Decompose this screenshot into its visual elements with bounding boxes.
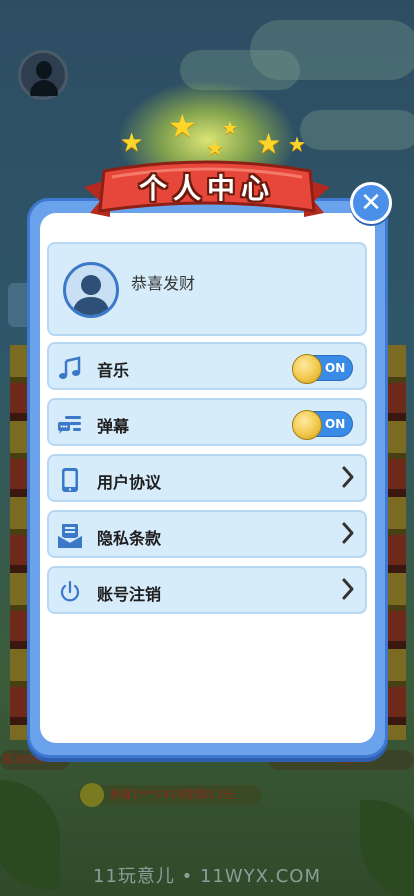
setting-row-account-deletion[interactable]: 账号注销	[47, 566, 367, 614]
star-icon: ★	[206, 136, 224, 160]
profile-card[interactable]: 恭喜发财	[47, 242, 367, 336]
document-icon	[57, 524, 83, 548]
username: 恭喜发财	[131, 274, 196, 293]
toggle-state-label: ON	[325, 417, 346, 431]
setting-row-music: 音乐 ON	[47, 342, 367, 390]
phone-icon	[62, 468, 78, 492]
chevron-right-icon	[342, 578, 354, 600]
setting-label-account-deletion: 账号注销	[97, 585, 162, 604]
setting-label-user-agreement: 用户协议	[97, 473, 162, 492]
setting-row-user-agreement[interactable]: 用户协议	[47, 454, 367, 502]
title-ribbon: 个人中心	[82, 157, 332, 223]
chevron-right-icon	[342, 522, 354, 544]
coin-icon	[80, 783, 104, 807]
toggle-state-label: ON	[325, 361, 346, 375]
close-icon: ✕	[360, 188, 382, 218]
star-icon: ★	[120, 128, 144, 158]
music-toggle[interactable]: ON	[292, 354, 353, 384]
withdraw-notice-text: 恭喜1***7419提现0.3元	[110, 788, 234, 801]
cloud	[300, 110, 414, 150]
dialog-title: 个人中心	[138, 172, 275, 205]
background-withdraw-notice: 恭喜1***7419提现0.3元	[78, 783, 261, 807]
danmaku-toggle[interactable]: ON	[292, 410, 353, 440]
star-icon: ★	[288, 132, 306, 156]
background-block-column	[386, 345, 406, 740]
avatar[interactable]	[63, 262, 119, 318]
power-icon	[60, 580, 80, 602]
close-button[interactable]: ✕	[350, 182, 392, 224]
user-silhouette-icon	[72, 275, 110, 315]
chevron-right-icon	[342, 466, 354, 488]
setting-label-danmaku: 弹幕	[97, 417, 130, 436]
star-icon: ★	[168, 107, 197, 145]
toggle-knob	[292, 410, 322, 440]
bullet-comment-icon	[58, 416, 81, 434]
music-note-icon	[59, 356, 81, 379]
background-avatar-icon	[18, 50, 68, 100]
setting-row-danmaku: 弹幕 ON	[47, 398, 367, 446]
watermark: 11玩意儿 • 11WYX.COM	[93, 866, 321, 887]
star-icon: ★	[256, 127, 282, 160]
setting-row-privacy[interactable]: 隐私条款	[47, 510, 367, 558]
toggle-knob	[292, 354, 322, 384]
setting-label-privacy: 隐私条款	[97, 529, 162, 548]
setting-label-music: 音乐	[97, 361, 130, 380]
star-icon: ★	[222, 118, 239, 139]
